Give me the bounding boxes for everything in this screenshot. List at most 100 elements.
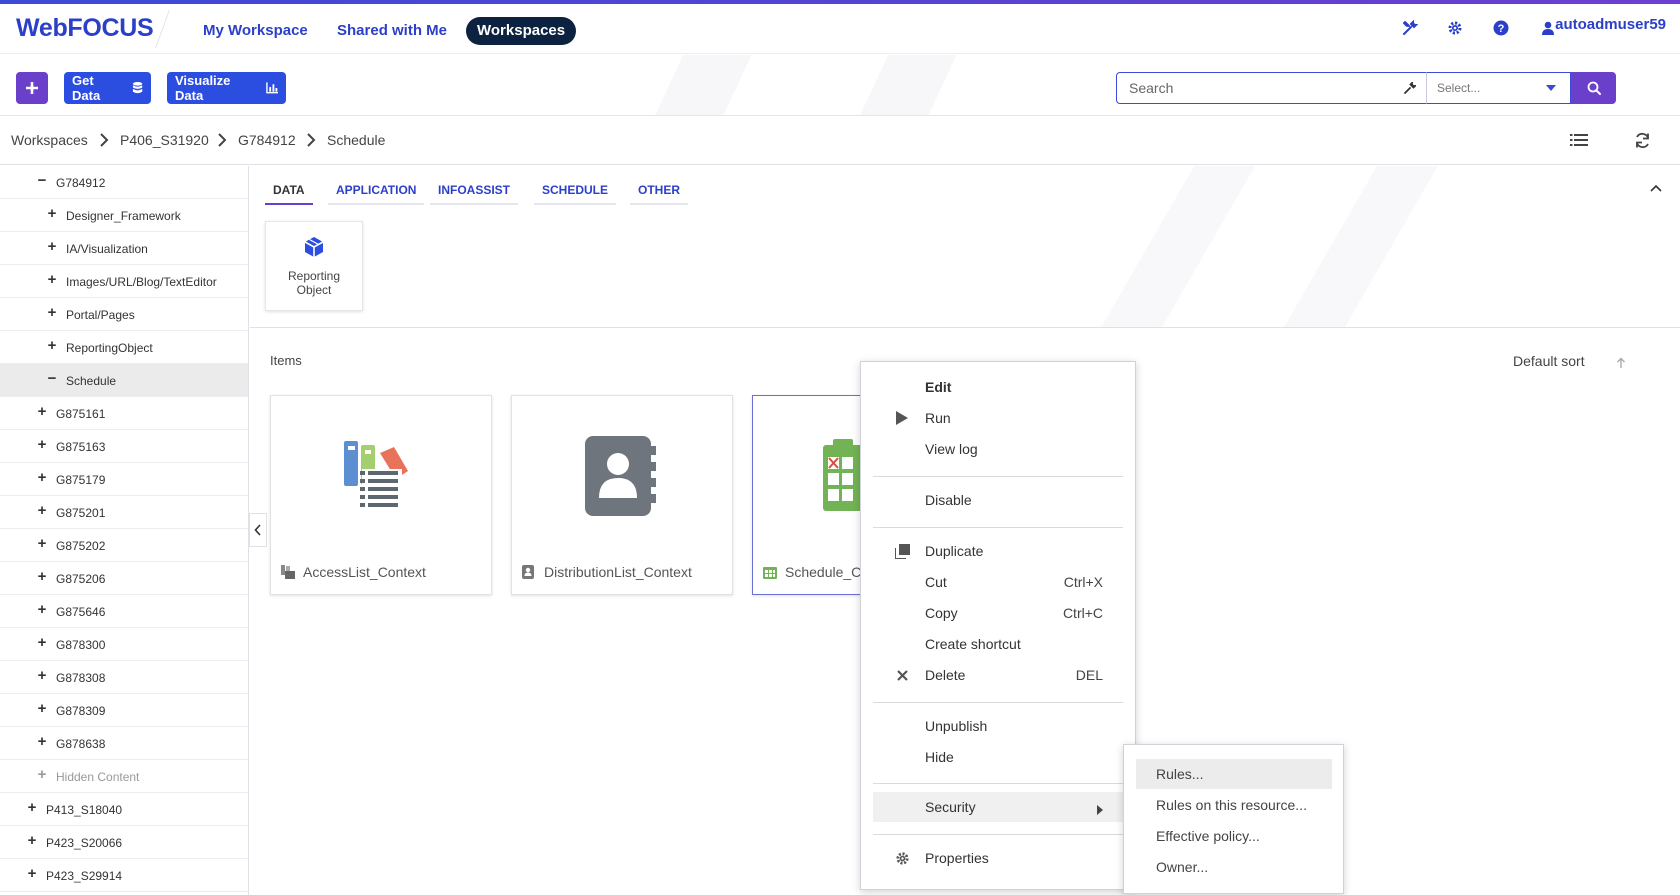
tab-data[interactable]: DATA bbox=[265, 183, 313, 205]
refresh-icon[interactable] bbox=[1634, 132, 1651, 154]
tree-item[interactable]: + P423_S29914 bbox=[0, 859, 248, 892]
list-view-icon[interactable] bbox=[1570, 133, 1588, 152]
search-button[interactable] bbox=[1571, 72, 1616, 104]
item-card-accesslist[interactable]: AccessList_Context bbox=[270, 395, 492, 595]
tree-item[interactable]: + G875201 bbox=[0, 496, 248, 529]
tab-infoassist[interactable]: INFOASSIST bbox=[430, 183, 519, 205]
expand-icon[interactable]: + bbox=[36, 404, 48, 419]
collapse-icon[interactable]: − bbox=[36, 173, 48, 188]
chevron-right-icon bbox=[100, 133, 109, 147]
visualize-data-button[interactable]: Visualize Data bbox=[167, 72, 286, 104]
expand-icon[interactable]: + bbox=[36, 734, 48, 749]
items-heading: Items bbox=[270, 353, 302, 368]
collapse-icon[interactable]: − bbox=[46, 371, 58, 386]
collapse-sidebar-button[interactable] bbox=[249, 513, 267, 547]
tree-item[interactable]: + G875179 bbox=[0, 463, 248, 496]
nav-workspaces[interactable]: Workspaces bbox=[466, 17, 577, 45]
tree-item[interactable]: + G878308 bbox=[0, 661, 248, 694]
menu-item-copy[interactable]: Copy Ctrl+C bbox=[873, 598, 1123, 628]
gear-icon[interactable] bbox=[1444, 17, 1466, 39]
menu-item-edit[interactable]: Edit bbox=[873, 372, 1123, 402]
chevron-down-icon bbox=[1546, 85, 1556, 91]
breadcrumb-schedule[interactable]: Schedule bbox=[327, 132, 385, 148]
expand-icon[interactable]: + bbox=[46, 272, 58, 287]
reporting-object-tile[interactable]: Reporting Object bbox=[265, 221, 363, 311]
menu-item-disable[interactable]: Disable bbox=[873, 485, 1123, 515]
tree-item[interactable]: + G878309 bbox=[0, 694, 248, 727]
expand-icon[interactable]: + bbox=[36, 668, 48, 683]
expand-icon[interactable]: + bbox=[36, 602, 48, 617]
tools-icon[interactable] bbox=[1399, 17, 1421, 39]
submenu-item-effective-policy[interactable]: Effective policy... bbox=[1136, 821, 1332, 851]
menu-item-duplicate[interactable]: Duplicate bbox=[873, 536, 1123, 566]
tab-other[interactable]: OTHER bbox=[630, 183, 688, 205]
item-card-distributionlist[interactable]: DistributionList_Context bbox=[511, 395, 733, 595]
arrow-up-icon[interactable] bbox=[1616, 356, 1626, 374]
menu-item-delete[interactable]: Delete DEL bbox=[873, 660, 1123, 690]
expand-icon[interactable]: + bbox=[36, 536, 48, 551]
menu-item-security[interactable]: Security bbox=[873, 792, 1123, 822]
menu-item-run[interactable]: Run bbox=[873, 403, 1123, 433]
expand-icon[interactable]: + bbox=[26, 866, 38, 881]
tree-item[interactable]: − G784912 bbox=[0, 166, 248, 199]
menu-item-properties[interactable]: Properties bbox=[873, 843, 1123, 873]
username-label[interactable]: autoadmuser59 bbox=[1555, 16, 1666, 33]
expand-icon[interactable]: + bbox=[36, 635, 48, 650]
search-scope-select[interactable]: Select... bbox=[1426, 72, 1571, 104]
chevron-left-icon bbox=[254, 524, 261, 536]
expand-icon[interactable]: + bbox=[46, 239, 58, 254]
breadcrumb-workspaces[interactable]: Workspaces bbox=[11, 132, 88, 148]
tab-schedule[interactable]: SCHEDULE bbox=[534, 183, 617, 205]
submenu-item-rules[interactable]: Rules... bbox=[1136, 759, 1332, 789]
expand-icon[interactable]: + bbox=[26, 833, 38, 848]
tab-application[interactable]: APPLICATION bbox=[328, 183, 425, 205]
sort-dropdown[interactable]: Default sort bbox=[1513, 353, 1585, 369]
tree-item[interactable]: + P423_S20066 bbox=[0, 826, 248, 859]
tree-item[interactable]: + Designer_Framework bbox=[0, 199, 248, 232]
tree-item[interactable]: + G875206 bbox=[0, 562, 248, 595]
tree-item[interactable]: + G875202 bbox=[0, 529, 248, 562]
expand-icon[interactable]: + bbox=[46, 206, 58, 221]
chevron-up-icon[interactable] bbox=[1650, 179, 1662, 197]
menu-item-unpublish[interactable]: Unpublish bbox=[873, 711, 1123, 741]
calendar-small-icon bbox=[763, 567, 777, 579]
search-input[interactable] bbox=[1129, 73, 1389, 103]
tree-item[interactable]: + IA/Visualization bbox=[0, 232, 248, 265]
tree-item[interactable]: + G875161 bbox=[0, 397, 248, 430]
breadcrumb-g784912[interactable]: G784912 bbox=[238, 132, 296, 148]
menu-item-cut[interactable]: Cut Ctrl+X bbox=[873, 567, 1123, 597]
tree-item[interactable]: + G878300 bbox=[0, 628, 248, 661]
tree-item[interactable]: + Portal/Pages bbox=[0, 298, 248, 331]
tree-item[interactable]: + P413_S18040 bbox=[0, 793, 248, 826]
create-new-button[interactable] bbox=[16, 72, 48, 104]
nav-my-workspace[interactable]: My Workspace bbox=[203, 17, 308, 45]
expand-icon[interactable]: + bbox=[36, 470, 48, 485]
webfocus-logo[interactable]: WebFOCUS bbox=[16, 14, 154, 43]
menu-item-hide[interactable]: Hide bbox=[873, 742, 1123, 772]
tree-item[interactable]: + G878638 bbox=[0, 727, 248, 760]
expand-icon[interactable]: + bbox=[36, 767, 48, 782]
expand-icon[interactable]: + bbox=[36, 437, 48, 452]
nav-shared-with-me[interactable]: Shared with Me bbox=[337, 17, 447, 45]
menu-item-view-log[interactable]: View log bbox=[873, 434, 1123, 464]
expand-icon[interactable]: + bbox=[46, 338, 58, 353]
get-data-button[interactable]: Get Data bbox=[64, 72, 151, 104]
submenu-item-rules-on-resource[interactable]: Rules on this resource... bbox=[1136, 790, 1332, 820]
expand-icon[interactable]: + bbox=[36, 569, 48, 584]
breadcrumb-p406[interactable]: P406_S31920 bbox=[120, 132, 209, 148]
tree-item-selected[interactable]: − Schedule bbox=[0, 364, 248, 397]
expand-icon[interactable]: + bbox=[26, 800, 38, 815]
tree-item-hidden-content[interactable]: + Hidden Content bbox=[0, 760, 248, 793]
menu-item-create-shortcut[interactable]: Create shortcut bbox=[873, 629, 1123, 659]
tree-item[interactable]: + G875163 bbox=[0, 430, 248, 463]
wrench-icon[interactable] bbox=[1404, 80, 1418, 99]
submenu-item-owner[interactable]: Owner... bbox=[1136, 852, 1332, 882]
expand-icon[interactable]: + bbox=[36, 701, 48, 716]
tree-item[interactable]: + G875646 bbox=[0, 595, 248, 628]
tree-item[interactable]: + Images/URL/Blog/TextEditor bbox=[0, 265, 248, 298]
expand-icon[interactable]: + bbox=[46, 305, 58, 320]
tree-item[interactable]: + ReportingObject bbox=[0, 331, 248, 364]
help-icon[interactable]: ? bbox=[1490, 17, 1512, 39]
expand-icon[interactable]: + bbox=[36, 503, 48, 518]
address-book-small-icon bbox=[522, 565, 534, 579]
